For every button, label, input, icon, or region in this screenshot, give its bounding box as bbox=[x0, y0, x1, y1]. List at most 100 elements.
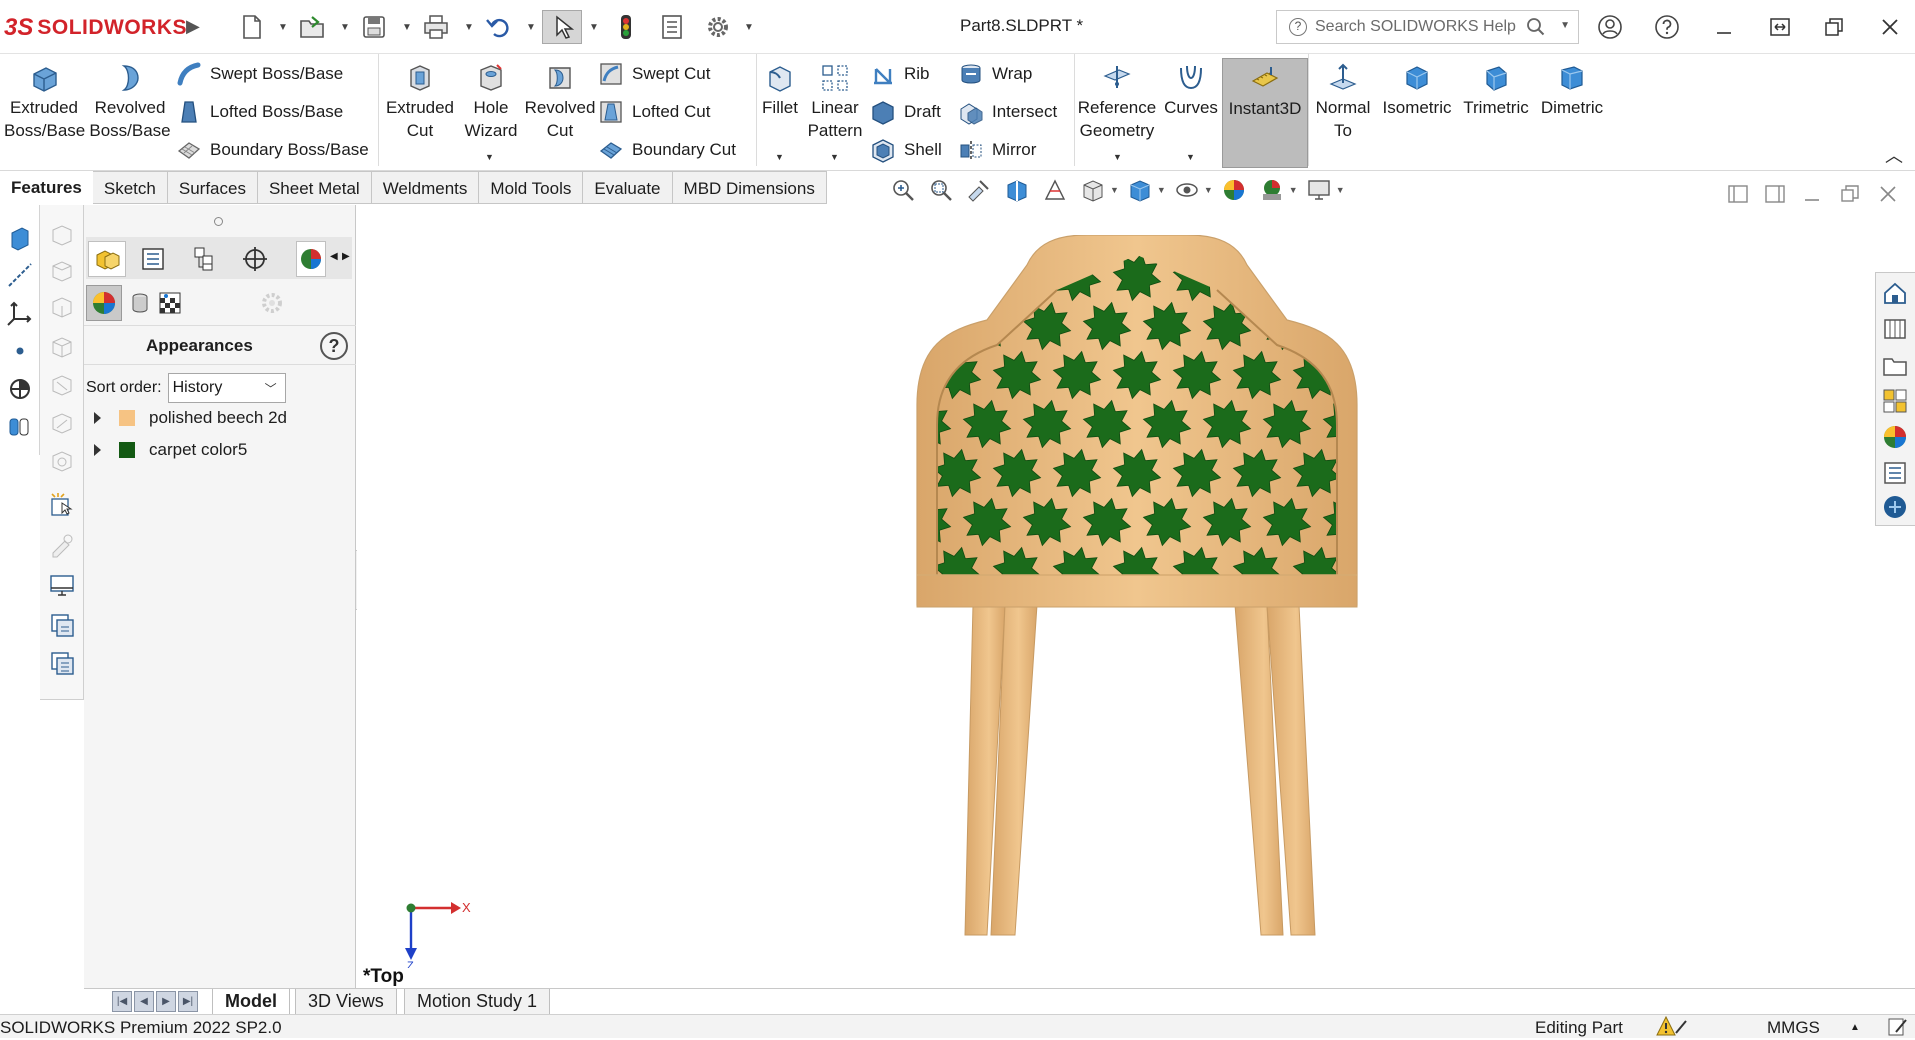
tab-3d-views[interactable]: 3D Views bbox=[295, 989, 397, 1015]
search-help-input[interactable]: ? Search SOLIDWORKS Help ▼ bbox=[1276, 10, 1579, 44]
tab-mbd-dimensions[interactable]: MBD Dimensions bbox=[672, 171, 827, 204]
boundary-cut-button[interactable]: Boundary Cut bbox=[598, 134, 736, 166]
swept-cut-button[interactable]: Swept Cut bbox=[598, 58, 710, 90]
customize-status-icon[interactable] bbox=[1886, 1016, 1910, 1038]
origin-icon[interactable] bbox=[6, 375, 34, 403]
new-document-button[interactable] bbox=[236, 10, 268, 44]
rib-button[interactable]: Rib bbox=[870, 58, 930, 90]
appearances-help-icon[interactable]: ? bbox=[320, 332, 348, 360]
lofted-boss-button[interactable]: Lofted Boss/Base bbox=[176, 96, 343, 128]
feature-select-icon[interactable] bbox=[48, 409, 76, 437]
minimize-window-button[interactable] bbox=[1704, 10, 1744, 44]
collapse-ribbon-icon[interactable]: ︿ bbox=[1885, 142, 1903, 168]
help-button[interactable] bbox=[1647, 10, 1687, 44]
undo-button[interactable] bbox=[482, 10, 514, 44]
maximize-window-button[interactable] bbox=[1814, 10, 1854, 44]
vertex-select-icon[interactable] bbox=[48, 293, 76, 321]
custom-properties-icon[interactable] bbox=[1881, 459, 1909, 487]
edge-select-icon[interactable] bbox=[48, 257, 76, 285]
extrude-feature-icon[interactable] bbox=[6, 223, 34, 251]
body-select-icon[interactable] bbox=[48, 333, 76, 361]
restore-layout-button[interactable] bbox=[1760, 10, 1800, 44]
tab-sheet-metal[interactable]: Sheet Metal bbox=[257, 171, 372, 204]
tab-evaluate[interactable]: Evaluate bbox=[583, 171, 673, 204]
solidworks-forum-icon[interactable] bbox=[1881, 493, 1909, 521]
instant3d-button[interactable]: Instant3D bbox=[1222, 58, 1308, 168]
open-button[interactable] bbox=[296, 10, 328, 44]
shell-button[interactable]: Shell bbox=[870, 134, 942, 166]
line-tool-icon[interactable] bbox=[6, 261, 34, 289]
open-dropdown-icon[interactable]: ▼ bbox=[340, 22, 350, 33]
new-dropdown-icon[interactable]: ▼ bbox=[278, 22, 288, 33]
display-pane-icon[interactable] bbox=[48, 571, 76, 599]
file-properties-button[interactable] bbox=[656, 10, 688, 44]
select-dropdown-icon[interactable]: ▼ bbox=[589, 22, 599, 33]
tab-weldments[interactable]: Weldments bbox=[371, 171, 480, 204]
panel-grip-icon[interactable] bbox=[214, 217, 223, 226]
edit-appearance-icon[interactable] bbox=[1221, 177, 1247, 203]
rebuild-button[interactable] bbox=[610, 10, 642, 44]
tab-scroll-right-icon[interactable]: ▶ bbox=[342, 251, 350, 262]
sort-order-select[interactable]: History ﹀ bbox=[167, 373, 286, 403]
expand-arrow-icon[interactable] bbox=[94, 444, 101, 456]
component-select-icon[interactable] bbox=[48, 371, 76, 399]
display-style-dropdown-icon[interactable]: ▼ bbox=[1157, 185, 1166, 195]
paste-appearance-icon[interactable] bbox=[48, 649, 76, 677]
rebuild-warning-icon[interactable] bbox=[1656, 1015, 1690, 1039]
fillet-dropdown-icon[interactable]: ▼ bbox=[775, 152, 784, 162]
subtab-scene-lights[interactable] bbox=[152, 285, 188, 321]
copy-appearance-icon[interactable] bbox=[48, 611, 76, 639]
view-palette-icon[interactable] bbox=[1881, 387, 1909, 415]
extruded-cut-button[interactable]: Extruded Cut bbox=[382, 58, 458, 168]
print-button[interactable] bbox=[420, 10, 452, 44]
solidworks-logo[interactable]: 3S SOLIDWORKS bbox=[4, 14, 187, 42]
tab-scroll-left-icon[interactable]: ◀ bbox=[330, 251, 338, 262]
units-menu-arrow-icon[interactable]: ▲ bbox=[1850, 1016, 1860, 1040]
dimetric-view-button[interactable]: Dimetric bbox=[1536, 58, 1608, 168]
tab-dimxpert-manager[interactable] bbox=[236, 241, 274, 277]
account-button[interactable] bbox=[1590, 10, 1630, 44]
tab-surfaces[interactable]: Surfaces bbox=[167, 171, 258, 204]
appearance-item-polished-beech[interactable]: polished beech 2d bbox=[94, 405, 287, 431]
save-button[interactable] bbox=[358, 10, 390, 44]
graphics-area[interactable]: X Z *Top bbox=[357, 205, 1877, 988]
hole-wizard-dropdown-icon[interactable]: ▼ bbox=[485, 152, 494, 162]
display-style-icon[interactable] bbox=[1127, 177, 1153, 203]
trimetric-view-button[interactable]: Trimetric bbox=[1458, 58, 1534, 168]
reference-plane-icon[interactable] bbox=[6, 413, 34, 441]
tab-model[interactable]: Model bbox=[212, 989, 290, 1015]
save-dropdown-icon[interactable]: ▼ bbox=[402, 22, 412, 33]
dynamic-annotation-icon[interactable] bbox=[1042, 177, 1068, 203]
view-settings-icon[interactable] bbox=[1306, 177, 1332, 203]
intersect-button[interactable]: Intersect bbox=[958, 96, 1057, 128]
next-tab-icon[interactable]: ▶ bbox=[156, 991, 176, 1012]
wrap-button[interactable]: Wrap bbox=[958, 58, 1032, 90]
tab-motion-study-1[interactable]: Motion Study 1 bbox=[404, 989, 551, 1015]
document-close-icon[interactable] bbox=[1876, 182, 1900, 206]
reference-geometry-dropdown-icon[interactable]: ▼ bbox=[1113, 152, 1122, 162]
view-settings-dropdown-icon[interactable]: ▼ bbox=[1336, 185, 1345, 195]
apply-scene-dropdown-icon[interactable]: ▼ bbox=[1289, 185, 1298, 195]
tab-feature-manager[interactable] bbox=[88, 241, 126, 277]
subtab-appearances[interactable] bbox=[86, 285, 122, 321]
search-dropdown-icon[interactable]: ▼ bbox=[1560, 20, 1570, 31]
tab-sketch[interactable]: Sketch bbox=[92, 171, 168, 204]
first-tab-icon[interactable]: |◀ bbox=[112, 991, 132, 1012]
tab-property-manager[interactable] bbox=[134, 241, 172, 277]
options-button[interactable] bbox=[702, 10, 734, 44]
close-window-button[interactable] bbox=[1870, 10, 1910, 44]
previous-view-icon[interactable] bbox=[966, 177, 992, 203]
last-tab-icon[interactable]: ▶| bbox=[178, 991, 198, 1012]
appearance-item-carpet-color5[interactable]: carpet color5 bbox=[94, 437, 247, 463]
hide-show-items-icon[interactable] bbox=[1174, 177, 1200, 203]
search-icon[interactable] bbox=[1526, 17, 1546, 37]
select-button[interactable] bbox=[542, 10, 582, 44]
boundary-boss-button[interactable]: Boundary Boss/Base bbox=[176, 134, 369, 166]
appearances-scenes-decals-icon[interactable] bbox=[1881, 423, 1909, 451]
section-view-icon[interactable] bbox=[1004, 177, 1030, 203]
zoom-to-fit-icon[interactable] bbox=[890, 177, 916, 203]
design-library-icon[interactable] bbox=[1881, 315, 1909, 343]
tab-features[interactable]: Features bbox=[0, 171, 93, 204]
apply-scene-icon[interactable] bbox=[1259, 177, 1285, 203]
hide-show-dropdown-icon[interactable]: ▼ bbox=[1204, 185, 1213, 195]
